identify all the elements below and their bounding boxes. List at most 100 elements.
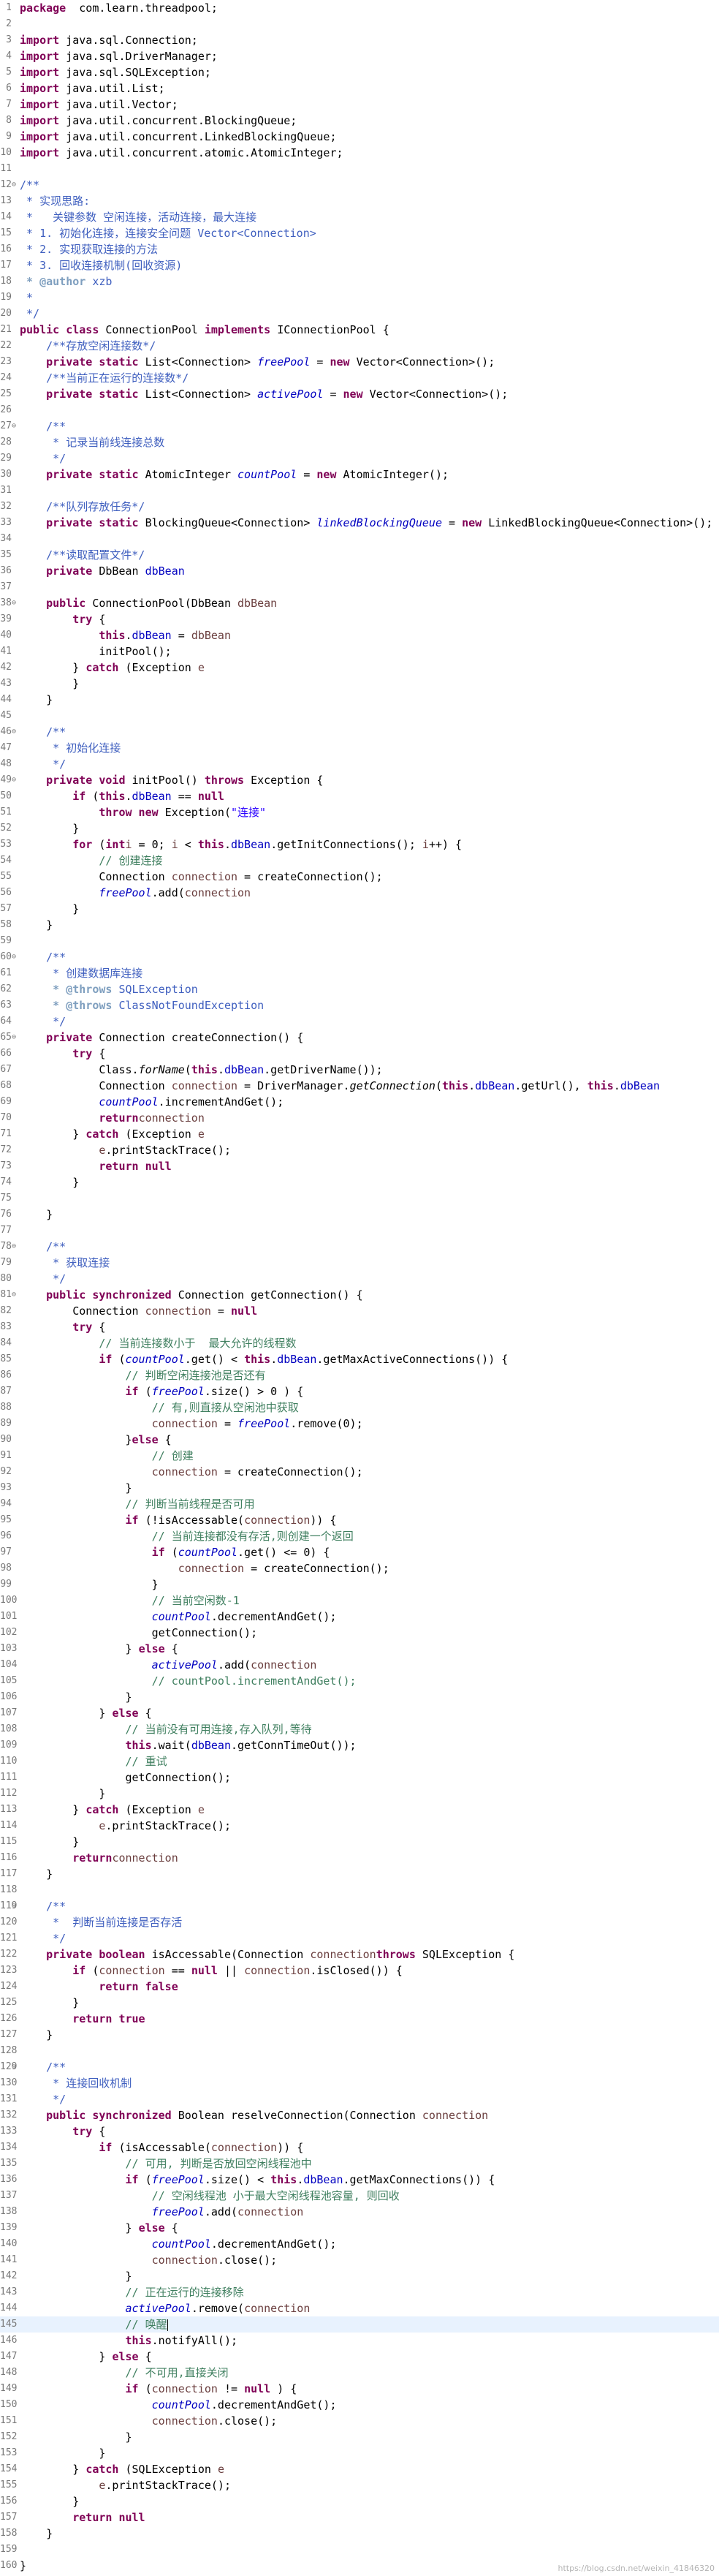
code-line[interactable]: 47 * 初始化连接 [0,740,719,756]
code-line[interactable]: 121 */ [0,1930,719,1946]
code-line[interactable]: 147 } else { [0,2349,719,2365]
code-line[interactable]: 113 } catch (Exception e [0,1802,719,1818]
code-line[interactable]: 123 if (connection == null || connection… [0,1963,719,1979]
code-line[interactable]: 137 // 空闲线程池 小于最大空闲线程池容量, 则回收 [0,2188,719,2204]
code-line[interactable]: 24 /**当前正在运行的连接数*/ [0,370,719,386]
code-line[interactable]: 109 this.wait(dbBean.getConnTimeOut()); [0,1737,719,1753]
code-line[interactable]: 78 ⊖ /** [0,1239,719,1255]
code-line[interactable]: 62 * @throws SQLException [0,981,719,997]
code-line[interactable]: 48 */ [0,756,719,772]
code-line[interactable]: 110 // 重试 [0,1753,719,1769]
code-line[interactable]: 9 import java.util.concurrent.LinkedBlock… [0,129,719,145]
code-line[interactable]: 157 return null [0,2509,719,2526]
code-line[interactable]: 115 } [0,1834,719,1850]
code-line[interactable]: 126 return true [0,2011,719,2027]
code-line[interactable]: 11 [0,161,719,177]
code-line[interactable]: 61 * 创建数据库连接 [0,965,719,981]
code-line[interactable]: 57 } [0,901,719,917]
code-line[interactable]: 102 getConnection(); [0,1625,719,1641]
code-line[interactable]: 92 connection = createConnection(); [0,1464,719,1480]
code-line[interactable]: 76 } [0,1206,719,1223]
code-line[interactable]: 135 // 可用, 判断是否放回空闲线程池中 [0,2156,719,2172]
code-line[interactable]: 30 private static AtomicInteger countPoo… [0,467,719,483]
code-line[interactable]: 143 // 正在运行的连接移除 [0,2284,719,2300]
fold-toggle-icon[interactable]: ⊖ [12,1898,18,1914]
code-line[interactable]: 68 Connection connection = DriverManager… [0,1078,719,1094]
code-line[interactable]: 67 Class.forName(this.dbBean.getDriverNa… [0,1062,719,1078]
code-line[interactable]: 106 } [0,1689,719,1705]
code-line[interactable]: 93 } [0,1480,719,1496]
code-line[interactable]: 127 } [0,2027,719,2043]
code-line[interactable]: 119 ⊖ /** [0,1898,719,1914]
code-line[interactable]: 159 [0,2542,719,2558]
code-line[interactable]: 103 } else { [0,1641,719,1657]
code-line[interactable]: 154 } catch (SQLException e [0,2461,719,2477]
code-line[interactable]: 40 this.dbBean = dbBean [0,627,719,643]
code-line[interactable]: 83 try { [0,1319,719,1335]
code-line[interactable]: 53 for (inti = 0; i < this.dbBean.getIni… [0,836,719,853]
code-line[interactable]: 101 countPool.decrementAndGet(); [0,1609,719,1625]
code-line[interactable]: 55 Connection connection = createConnect… [0,869,719,885]
code-line[interactable]: 136 if (freePool.size() < this.dbBean.ge… [0,2172,719,2188]
code-line[interactable]: 122 private boolean isAccessable(Connect… [0,1946,719,1963]
code-line[interactable]: 44 } [0,692,719,708]
code-line[interactable]: 38 ⊖ public ConnectionPool(DbBean dbBean [0,595,719,611]
code-line[interactable]: 131 */ [0,2091,719,2107]
code-line[interactable]: 86 // 判断空闲连接池是否还有 [0,1367,719,1383]
code-line[interactable]: 98 connection = createConnection(); [0,1560,719,1576]
code-line[interactable]: 2 [0,16,719,32]
code-line[interactable]: 95 if (!isAccessable(connection)) { [0,1512,719,1528]
fold-toggle-icon[interactable]: ⊖ [12,1239,18,1255]
code-line[interactable]: 1 package com.learn.threadpool; [0,0,719,16]
code-line[interactable]: 105 // countPool.incrementAndGet(); [0,1673,719,1689]
code-line[interactable]: 141 connection.close(); [0,2252,719,2268]
code-line[interactable]: 50 if (this.dbBean == null [0,788,719,804]
code-line[interactable]: 94 // 判断当前线程是否可用 [0,1496,719,1512]
code-line[interactable]: 82 Connection connection = null [0,1303,719,1319]
code-line[interactable]: 43 } [0,676,719,692]
code-line[interactable]: 5 import java.sql.SQLException; [0,64,719,80]
code-line[interactable]: 35 /**读取配置文件*/ [0,547,719,563]
code-line[interactable]: 23 private static List<Connection> freeP… [0,354,719,370]
code-line[interactable]: 45 [0,708,719,724]
code-line[interactable]: 140 countPool.decrementAndGet(); [0,2236,719,2252]
code-line[interactable]: 52 } [0,820,719,836]
code-line[interactable]: 124 return false [0,1979,719,1995]
code-line[interactable]: 96 // 当前连接都没有存活,则创建一个返回 [0,1528,719,1544]
code-line[interactable]: 158 } [0,2526,719,2542]
fold-toggle-icon[interactable]: ⊖ [12,949,18,965]
code-line[interactable]: 90 }else { [0,1432,719,1448]
code-line[interactable]: 87 if (freePool.size() > 0 ) { [0,1383,719,1400]
code-line[interactable]: 64 */ [0,1013,719,1030]
code-line[interactable]: 130 * 连接回收机制 [0,2075,719,2091]
code-line[interactable]: 26 [0,402,719,418]
code-line[interactable]: 88 // 有,则直接从空闲池中获取 [0,1400,719,1416]
code-line[interactable]: 41 initPool(); [0,643,719,660]
code-line[interactable]: 56 freePool.add(connection [0,885,719,901]
code-line[interactable]: 59 [0,933,719,949]
code-line[interactable]: 142 } [0,2268,719,2284]
code-line[interactable]: 112 } [0,1786,719,1802]
code-line[interactable]: 107 } else { [0,1705,719,1721]
code-line[interactable]: 60 ⊖ /** [0,949,719,965]
code-line[interactable]: 7 import java.util.Vector; [0,97,719,113]
fold-toggle-icon[interactable]: ⊖ [12,418,18,434]
code-line[interactable]: 128 [0,2043,719,2059]
code-line[interactable]: 34 [0,531,719,547]
fold-toggle-icon[interactable]: ⊖ [12,1287,18,1303]
code-line[interactable]: 153 } [0,2445,719,2461]
code-line[interactable]: 117 } [0,1866,719,1882]
code-line[interactable]: 70 returnconnection [0,1110,719,1126]
code-line[interactable]: 118 [0,1882,719,1898]
code-line[interactable]: 20 */ [0,306,719,322]
code-line[interactable]: 114 e.printStackTrace(); [0,1818,719,1834]
code-line[interactable]: 46 ⊖ /** [0,724,719,740]
code-line[interactable]: 25 private static List<Connection> activ… [0,386,719,402]
code-line[interactable]: 84 // 当前连接数小于 最大允许的线程数 [0,1335,719,1351]
code-line[interactable]: 133 try { [0,2123,719,2139]
code-line[interactable]: 12 ⊖/** [0,177,719,193]
code-editor[interactable]: 1 package com.learn.threadpool; 2 3 import j… [0,0,719,2576]
code-line[interactable]: 77 [0,1223,719,1239]
code-line[interactable]: 80 */ [0,1271,719,1287]
code-line[interactable]: 14 * 关键参数 空闲连接，活动连接，最大连接 [0,209,719,225]
